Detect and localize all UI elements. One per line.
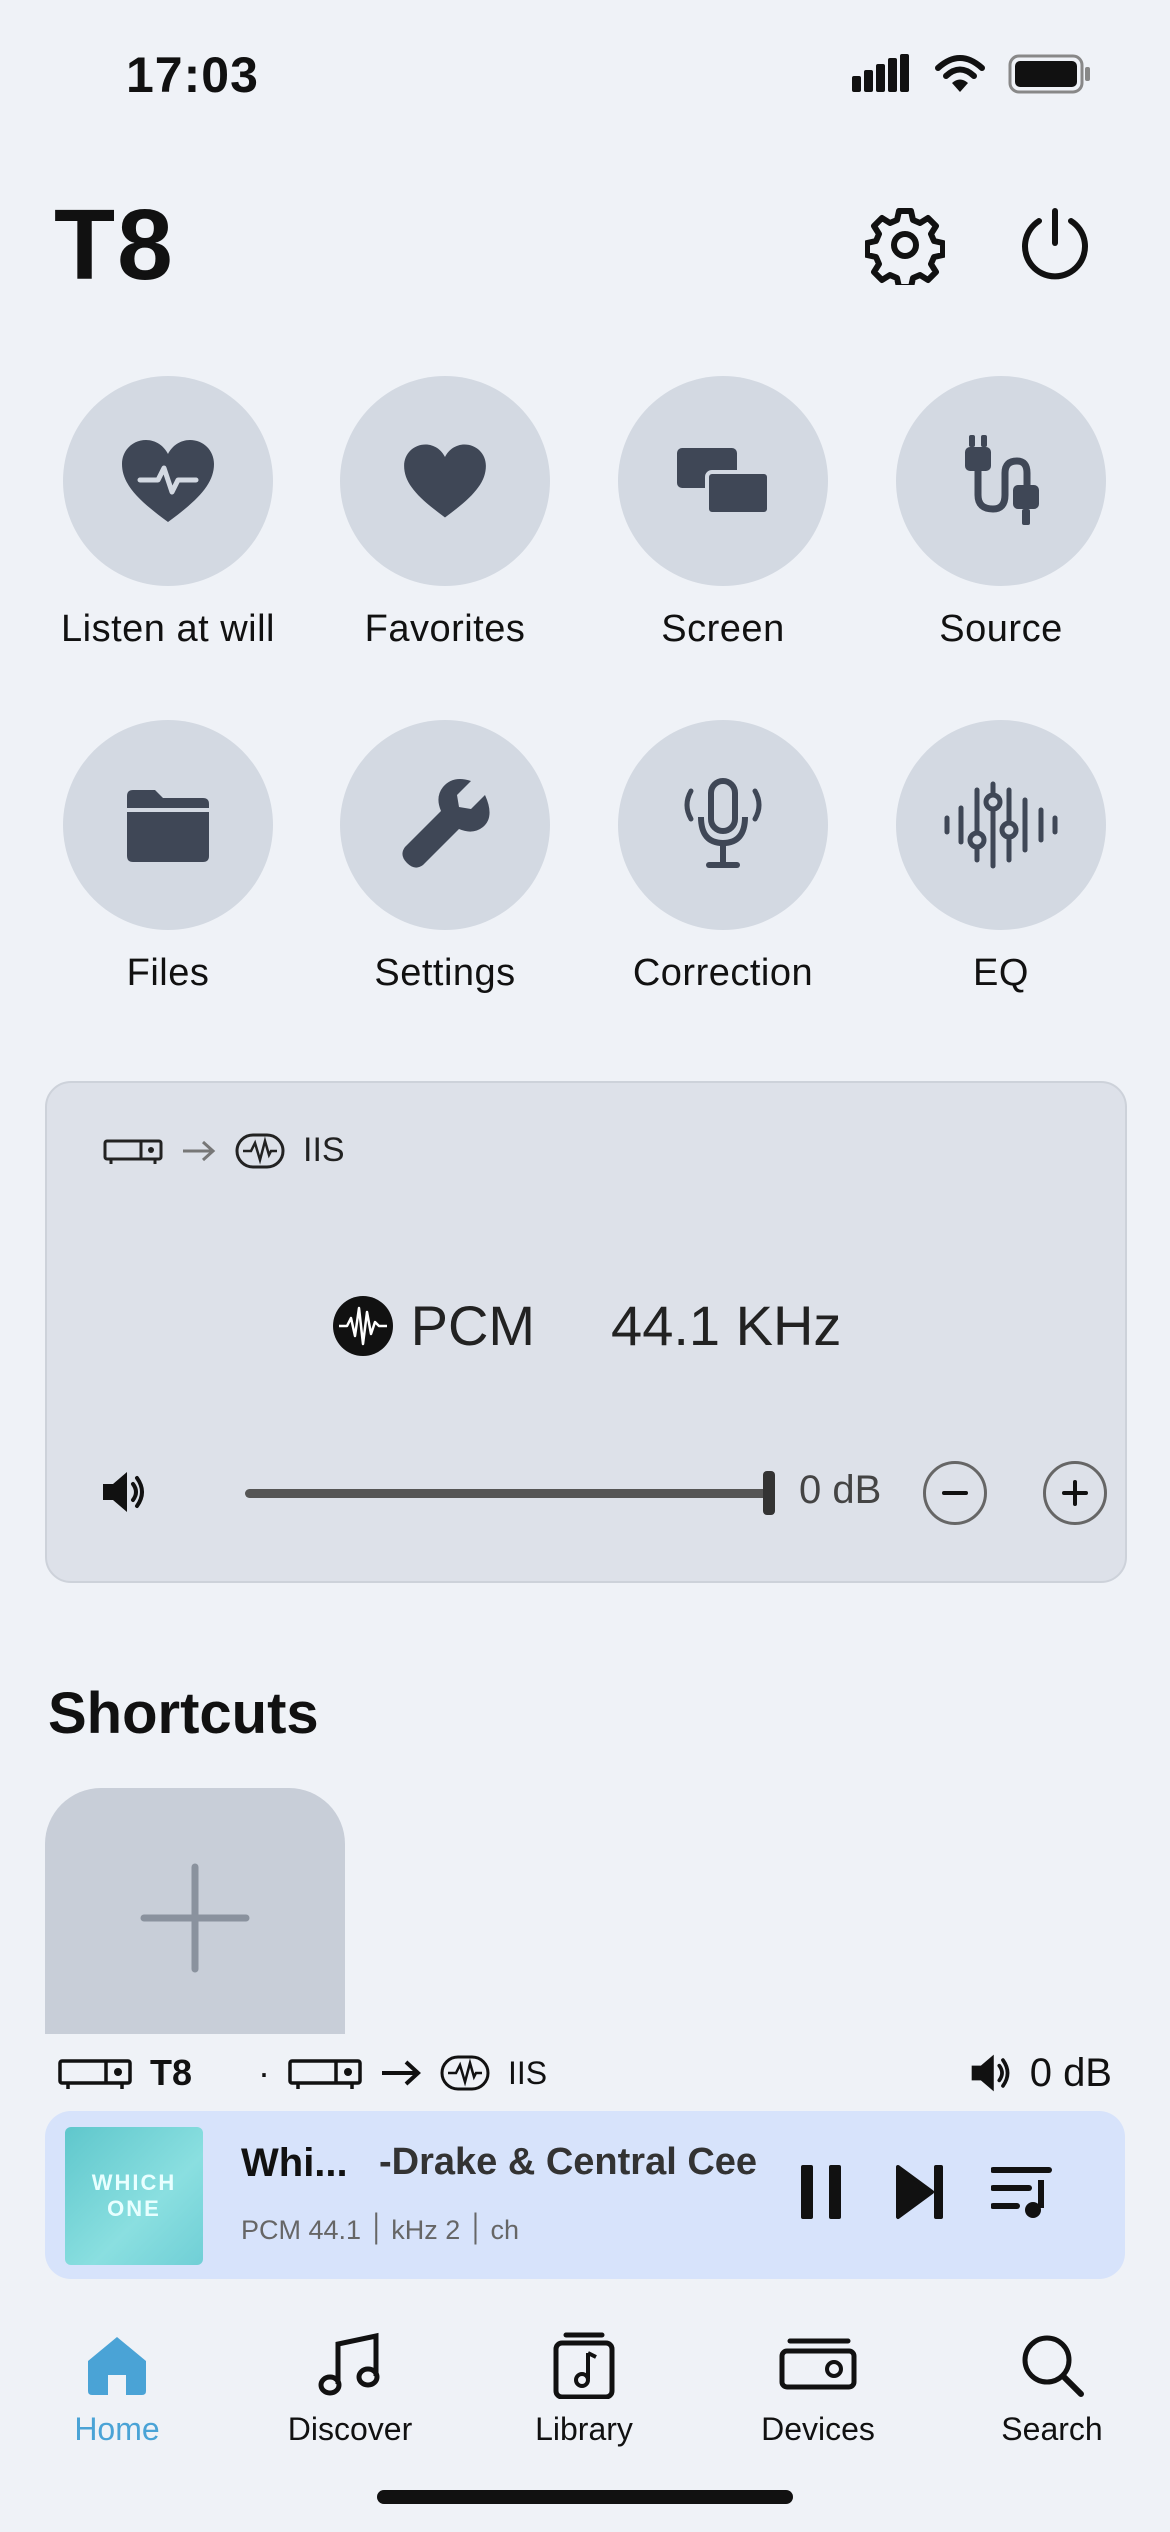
format-row: PCM 44.1 KHz — [47, 1293, 1125, 1358]
mini-separator: · — [258, 2052, 271, 2093]
mini-device-name: T8 — [150, 2052, 193, 2093]
skip-next-icon — [896, 2165, 943, 2219]
volume-db-label: 0 dB — [799, 1468, 882, 1512]
battery-icon — [1008, 54, 1090, 94]
album-art-text: ONE — [107, 2196, 161, 2221]
tab-label: Library — [535, 2411, 633, 2447]
quick-files[interactable]: Files — [29, 720, 307, 995]
quick-label: Source — [939, 608, 1063, 650]
page-title: T8 — [54, 189, 175, 301]
quick-screen[interactable]: Screen — [584, 376, 862, 651]
signal-route: IIS — [103, 1131, 345, 1170]
tab-search[interactable]: Search — [952, 2325, 1152, 2448]
equalizer-icon — [944, 781, 1058, 869]
tab-label: Discover — [287, 2411, 413, 2447]
quick-label: Favorites — [364, 608, 526, 650]
output-label: IIS — [303, 1131, 345, 1169]
volume-row: 0 dB — [99, 1461, 1107, 1525]
volume-slider-thumb[interactable] — [763, 1471, 775, 1515]
tab-label: Devices — [761, 2411, 875, 2447]
power-icon — [1022, 208, 1088, 280]
quick-source[interactable]: Source — [862, 376, 1140, 651]
queue-music-icon — [991, 2167, 1052, 2218]
quick-label: EQ — [973, 952, 1029, 994]
heart-icon — [404, 444, 486, 518]
pause-icon — [801, 2165, 841, 2219]
volume-down-button[interactable] — [923, 1461, 987, 1525]
device-icon — [58, 2059, 132, 2089]
microphone-icon — [684, 778, 762, 868]
plus-icon — [140, 1863, 250, 1973]
arrow-right-icon — [183, 1140, 216, 1161]
quick-favorites[interactable]: Favorites — [306, 376, 584, 651]
tab-label: Home — [74, 2411, 160, 2447]
quick-label: Screen — [661, 608, 785, 650]
pause-button[interactable] — [787, 2157, 857, 2227]
device-status-card: IIS PCM 44.1 KHz 0 dB — [45, 1081, 1127, 1583]
tab-label: Search — [1001, 2411, 1103, 2447]
sample-rate: 44.1 KHz — [611, 1294, 842, 1357]
tab-discover[interactable]: Discover — [250, 2325, 450, 2448]
wifi-icon — [935, 55, 985, 92]
music-note-icon — [318, 2332, 380, 2396]
minus-icon — [942, 1491, 968, 1495]
tab-devices[interactable]: Devices — [718, 2325, 918, 2448]
status-time: 17:03 — [126, 47, 259, 103]
device-icon — [103, 1139, 163, 1164]
plus-icon — [1062, 1480, 1088, 1506]
mini-output-label: IIS — [508, 2054, 548, 2091]
mini-device-route[interactable]: T8 · IIS — [58, 2052, 547, 2094]
status-icons — [852, 54, 1092, 94]
speaker-icon[interactable] — [99, 1467, 149, 1517]
folder-icon — [127, 790, 209, 862]
quick-label: Files — [126, 952, 210, 994]
quick-eq[interactable]: EQ — [862, 720, 1140, 995]
quick-label: Correction — [632, 952, 814, 994]
wrench-icon — [402, 779, 490, 868]
arrow-right-icon — [382, 2060, 421, 2086]
tab-library[interactable]: Library — [484, 2325, 684, 2448]
heart-pulse-icon — [122, 440, 214, 522]
quick-settings[interactable]: Settings — [306, 720, 584, 995]
shortcuts-heading: Shortcuts — [48, 1681, 319, 1746]
track-meta: PCM ׀ 44.1 kHz ׀ 2 ch — [241, 2215, 520, 2245]
track-artist: -Drake & Central Cee — [379, 2141, 758, 2183]
volume-slider-track[interactable] — [245, 1489, 771, 1498]
tab-home[interactable]: Home — [17, 2325, 217, 2448]
now-playing-bar[interactable]: WHICH ONE Whi... -Drake & Central Cee PC… — [45, 2111, 1125, 2279]
device-icon — [288, 2059, 362, 2089]
mini-volume-label: 0 dB — [1029, 2050, 1112, 2095]
album-art[interactable]: WHICH ONE — [65, 2127, 203, 2265]
format-label: PCM — [410, 1294, 536, 1357]
library-icon — [553, 2332, 615, 2399]
screen-icon — [677, 448, 771, 516]
next-track-button[interactable] — [885, 2157, 955, 2227]
home-indicator[interactable] — [377, 2490, 793, 2504]
track-title: Whi... — [241, 2141, 348, 2185]
cable-icon — [965, 435, 1039, 525]
search-icon — [1022, 2335, 1084, 2397]
volume-up-button[interactable] — [1043, 1461, 1107, 1525]
devices-icon — [779, 2338, 857, 2390]
waveform-output-icon — [440, 2055, 490, 2091]
mini-volume[interactable]: 0 dB — [966, 2050, 1112, 2096]
queue-button[interactable] — [987, 2157, 1057, 2227]
quick-listen-at-will[interactable]: Listen at will — [29, 376, 307, 651]
signal-icon — [852, 54, 909, 92]
home-icon — [88, 2337, 146, 2395]
quick-correction[interactable]: Correction — [584, 720, 862, 995]
quick-label: Settings — [374, 952, 516, 994]
quick-label: Listen at will — [61, 608, 275, 650]
add-shortcut-button[interactable] — [45, 1788, 345, 2048]
settings-button[interactable] — [860, 200, 950, 290]
waveform-output-icon — [235, 1133, 285, 1168]
album-art-text: WHICH — [91, 2170, 177, 2195]
power-button[interactable] — [1010, 200, 1100, 290]
speaker-icon — [971, 2054, 1010, 2092]
pcm-waveform-icon — [332, 1295, 393, 1356]
gear-icon — [865, 208, 945, 285]
